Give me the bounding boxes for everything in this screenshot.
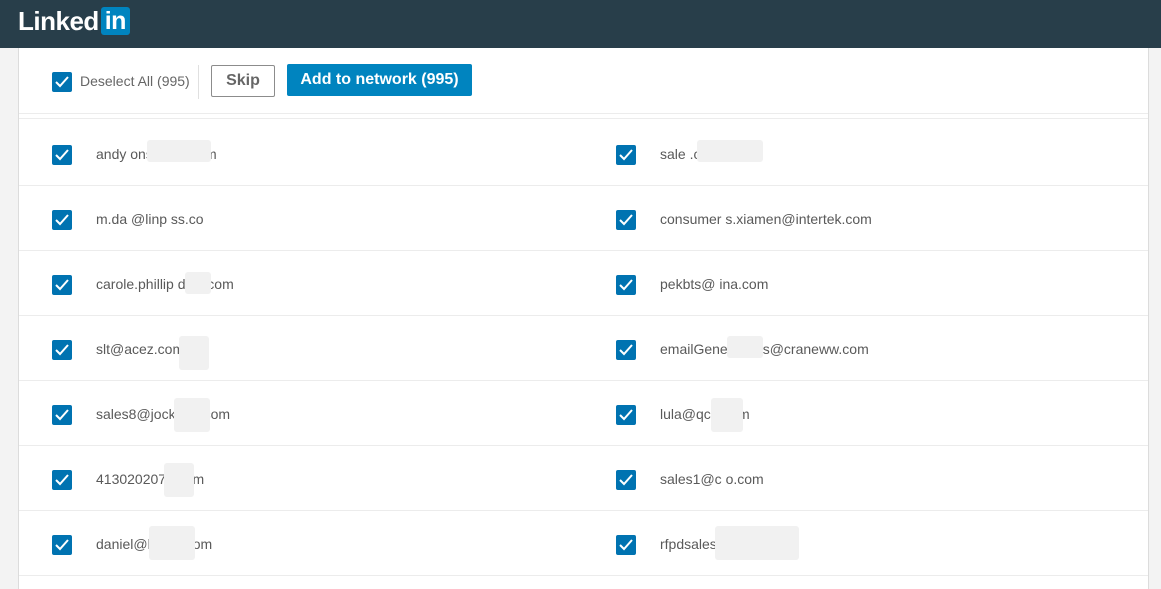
contact-checkbox[interactable] bbox=[52, 405, 72, 425]
checkmark-icon bbox=[619, 279, 633, 291]
contact-checkbox[interactable] bbox=[52, 340, 72, 360]
add-to-network-button[interactable]: Add to network (995) bbox=[287, 64, 472, 96]
toolbar-separator bbox=[19, 113, 1148, 114]
checkmark-icon bbox=[619, 409, 633, 421]
checkmark-icon bbox=[55, 76, 69, 88]
contact-row: m.da @linp ss.co consumer s.xiamen@intert… bbox=[19, 185, 1148, 251]
contact-email: pekbts@ ina.com bbox=[660, 276, 769, 292]
checkmark-icon bbox=[619, 344, 633, 356]
contact-checkbox[interactable] bbox=[616, 470, 636, 490]
redaction-blur bbox=[179, 336, 209, 370]
top-navigation-bar: Linked in bbox=[0, 0, 1161, 48]
redaction-blur bbox=[697, 140, 763, 162]
contact-checkbox[interactable] bbox=[616, 535, 636, 555]
toolbar-divider bbox=[198, 65, 199, 99]
contact-checkbox[interactable] bbox=[616, 210, 636, 230]
contact-checkbox[interactable] bbox=[52, 535, 72, 555]
checkmark-icon bbox=[55, 409, 69, 421]
redaction-blur bbox=[711, 398, 743, 432]
redaction-blur bbox=[164, 463, 194, 497]
contact-checkbox[interactable] bbox=[52, 210, 72, 230]
redaction-blur bbox=[715, 526, 799, 560]
contact-email: emailGener uiries@craneww.com bbox=[660, 341, 869, 357]
contact-checkbox[interactable] bbox=[616, 340, 636, 360]
checkmark-icon bbox=[55, 214, 69, 226]
contact-email: slt@acez.com bbox=[96, 341, 185, 357]
checkmark-icon bbox=[55, 344, 69, 356]
import-contacts-panel: Deselect All (995) Skip Add to network (… bbox=[18, 48, 1149, 589]
redaction-blur bbox=[185, 272, 211, 294]
checkmark-icon bbox=[619, 474, 633, 486]
logo-text: Linked bbox=[18, 5, 99, 36]
deselect-all-label[interactable]: Deselect All (995) bbox=[80, 73, 190, 89]
contact-checkbox[interactable] bbox=[616, 145, 636, 165]
checkmark-icon bbox=[55, 149, 69, 161]
redaction-blur bbox=[147, 140, 211, 162]
contact-checkbox[interactable] bbox=[52, 275, 72, 295]
checkmark-icon bbox=[619, 539, 633, 551]
contact-email: consumer s.xiamen@intertek.com bbox=[660, 211, 872, 227]
contact-checkbox[interactable] bbox=[616, 405, 636, 425]
checkmark-icon bbox=[55, 539, 69, 551]
checkmark-icon bbox=[619, 214, 633, 226]
checkmark-icon bbox=[619, 149, 633, 161]
redaction-blur bbox=[727, 336, 763, 358]
contact-checkbox[interactable] bbox=[616, 275, 636, 295]
redaction-blur bbox=[149, 526, 195, 560]
checkmark-icon bbox=[55, 279, 69, 291]
contact-email: carole.phillip dinc.com bbox=[96, 276, 234, 292]
logo-in-box: in bbox=[100, 7, 130, 35]
contact-email: m.da @linp ss.co bbox=[96, 211, 204, 227]
redaction-blur bbox=[174, 398, 210, 432]
contact-email: sales1@c o.com bbox=[660, 471, 764, 487]
contact-checkbox[interactable] bbox=[52, 145, 72, 165]
list-top-separator bbox=[19, 118, 1148, 119]
linkedin-logo[interactable]: Linked in bbox=[18, 6, 130, 36]
checkmark-icon bbox=[55, 474, 69, 486]
skip-button[interactable]: Skip bbox=[211, 65, 275, 97]
deselect-all-checkbox[interactable] bbox=[52, 72, 72, 92]
contact-checkbox[interactable] bbox=[52, 470, 72, 490]
bulk-action-toolbar: Deselect All (995) Skip Add to network (… bbox=[19, 48, 1148, 112]
